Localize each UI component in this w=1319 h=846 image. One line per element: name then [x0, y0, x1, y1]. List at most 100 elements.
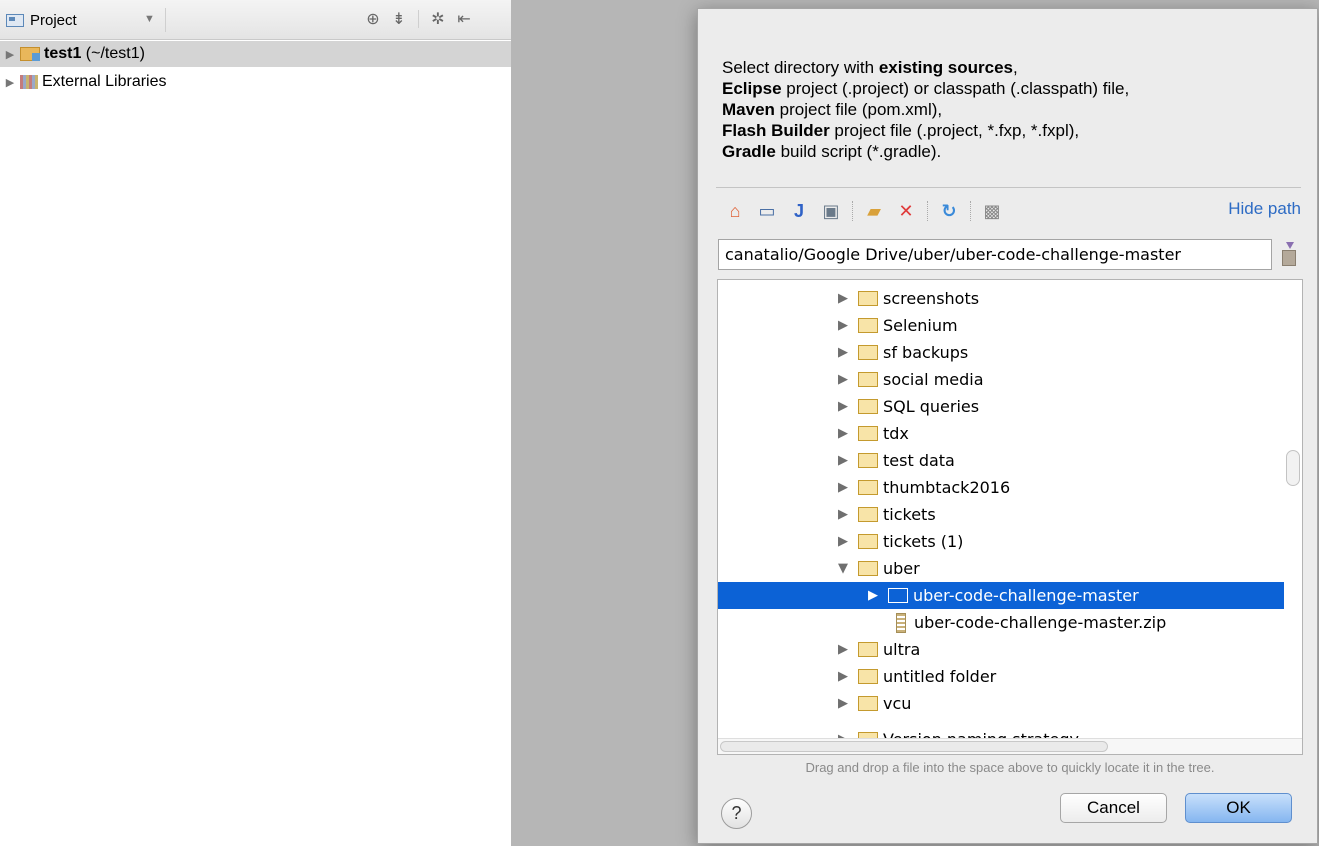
help-button[interactable]: ?	[721, 798, 752, 829]
home-icon[interactable]: ⌂	[724, 200, 746, 222]
locate-icon[interactable]: ⊕	[360, 9, 386, 29]
horizontal-scrollbar-thumb[interactable]	[720, 741, 1108, 752]
tree-item-label: Selenium	[883, 316, 958, 335]
tree-item-label: uber-code-challenge-master	[913, 586, 1139, 605]
tree-item-selected[interactable]: ▶ uber-code-challenge-master	[718, 582, 1284, 609]
path-history-icon[interactable]	[1279, 242, 1297, 266]
toolbar-separator	[418, 10, 419, 28]
folder-icon	[858, 696, 878, 711]
gear-icon[interactable]: ✲	[425, 9, 451, 29]
tree-item[interactable]: ▶ thumbtack2016	[718, 474, 1284, 501]
toolbar-separator	[927, 201, 928, 221]
tree-item-test1[interactable]: ▶ test1 (~/test1)	[0, 41, 511, 67]
tree-item-label: uber	[883, 559, 920, 578]
tree-item-label: vcu	[883, 694, 912, 713]
file-tree[interactable]: ▶ screenshots ▶ Selenium ▶ sf backups ▶ soci…	[717, 279, 1303, 755]
path-input[interactable]	[718, 239, 1272, 270]
folder-icon	[858, 480, 878, 495]
project-tool-icons: ⊕ ⇟ ✲ ⇤	[360, 9, 477, 29]
tree-item[interactable]: ▶ sf backups	[718, 339, 1284, 366]
folder-icon	[858, 318, 878, 333]
tree-item-label: tickets	[883, 505, 936, 524]
vertical-scrollbar[interactable]	[1286, 450, 1300, 486]
expand-arrow-icon[interactable]: ▶	[0, 48, 20, 61]
description-line: Gradle build script (*.gradle).	[722, 142, 942, 161]
module-dir-icon[interactable]: ▣	[820, 200, 842, 222]
tree-item[interactable]: uber-code-challenge-master.zip	[718, 609, 1284, 636]
tree-item[interactable]: ▶ ultra	[718, 636, 1284, 663]
project-pane: Project ▼ ⊕ ⇟ ✲ ⇤ ▶ test1 (~/test1) ▶ Ex…	[0, 0, 511, 846]
tree-item[interactable]: ▶ vcu	[718, 690, 1284, 717]
tree-item[interactable]: ▶ social media	[718, 366, 1284, 393]
folder-icon	[858, 561, 878, 576]
folder-icon	[858, 372, 878, 387]
tree-item-label: tickets (1)	[883, 532, 964, 551]
show-hidden-icon[interactable]: ▩	[981, 200, 1003, 222]
expand-arrow-icon[interactable]: ▶	[836, 480, 850, 495]
project-view-selector[interactable]: Project ▼	[6, 8, 166, 32]
expand-arrow-icon[interactable]: ▶	[836, 453, 850, 468]
library-icon	[20, 75, 38, 89]
hide-panel-icon[interactable]: ⇤	[451, 9, 477, 29]
expand-arrow-icon[interactable]: ▶	[836, 291, 850, 306]
expand-arrow-icon[interactable]: ▶	[836, 534, 850, 549]
tree-item[interactable]: ▶ tickets (1)	[718, 528, 1284, 555]
description-line: Eclipse project (.project) or classpath …	[722, 79, 1130, 98]
description-line: Maven project file (pom.xml),	[722, 100, 943, 119]
expand-arrow-icon[interactable]: ▶	[866, 588, 880, 603]
delete-icon[interactable]: ✕	[895, 200, 917, 222]
new-folder-icon[interactable]: ▰	[863, 200, 885, 222]
drag-drop-hint: Drag and drop a file into the space abov…	[805, 760, 1215, 775]
refresh-icon[interactable]: ↻	[938, 200, 960, 222]
expand-arrow-icon[interactable]: ▶	[836, 426, 850, 441]
tree-item[interactable]: ▶ untitled folder	[718, 663, 1284, 690]
module-folder-icon	[20, 47, 40, 61]
tree-item-label: ultra	[883, 640, 921, 659]
project-dir-icon[interactable]: J	[788, 200, 810, 222]
expand-arrow-icon[interactable]: ▶	[0, 76, 20, 89]
toolbar-separator	[852, 201, 853, 221]
folder-icon	[858, 507, 878, 522]
tree-item[interactable]: ▶ tdx	[718, 420, 1284, 447]
ok-button[interactable]: OK	[1185, 793, 1292, 823]
tree-item-label: screenshots	[883, 289, 980, 308]
toolbar-separator	[970, 201, 971, 221]
tree-item-label: uber-code-challenge-master.zip	[914, 613, 1167, 632]
desktop-icon[interactable]: ▭	[756, 200, 778, 222]
horizontal-scrollbar[interactable]	[718, 738, 1302, 754]
tree-item-path: (~/test1)	[81, 45, 145, 62]
tree-item[interactable]: ▶ screenshots	[718, 285, 1284, 312]
expand-arrow-icon[interactable]: ▶	[836, 345, 850, 360]
tree-item[interactable]: ▶ SQL queries	[718, 393, 1284, 420]
tree-item[interactable]: ▶ test data	[718, 447, 1284, 474]
project-view-icon	[6, 13, 24, 27]
folder-icon	[858, 399, 878, 414]
project-view-label: Project	[30, 11, 77, 29]
tree-item[interactable]: ▶ Selenium	[718, 312, 1284, 339]
tree-item[interactable]: ▶ tickets	[718, 501, 1284, 528]
tree-item-expanded[interactable]: ▼ uber	[718, 555, 1284, 582]
divider	[716, 187, 1301, 188]
project-toolbar: Project ▼ ⊕ ⇟ ✲ ⇤	[0, 0, 511, 40]
folder-icon	[858, 291, 878, 306]
folder-icon	[858, 534, 878, 549]
tree-item-label: test1	[44, 45, 82, 62]
tree-item-external-libraries[interactable]: ▶ External Libraries	[0, 69, 511, 95]
expand-arrow-icon[interactable]: ▶	[836, 318, 850, 333]
expand-arrow-icon[interactable]: ▶	[836, 372, 850, 387]
collapse-all-icon[interactable]: ⇟	[386, 9, 412, 29]
collapse-arrow-icon[interactable]: ▼	[836, 561, 850, 576]
dialog-toolbar: ⌂ ▭ J ▣ ▰ ✕ ↻ ▩	[724, 198, 1003, 224]
expand-arrow-icon[interactable]: ▶	[836, 642, 850, 657]
tree-item-label: SQL queries	[883, 397, 980, 416]
expand-arrow-icon[interactable]: ▶	[836, 696, 850, 711]
expand-arrow-icon[interactable]: ▶	[836, 507, 850, 522]
chevron-down-icon: ▼	[144, 13, 155, 25]
select-directory-dialog: Select directory with existing sources, …	[697, 8, 1318, 844]
hide-path-link[interactable]: Hide path	[1228, 199, 1301, 219]
tree-item-label: sf backups	[883, 343, 969, 362]
expand-arrow-icon[interactable]: ▶	[836, 669, 850, 684]
folder-icon	[858, 345, 878, 360]
expand-arrow-icon[interactable]: ▶	[836, 399, 850, 414]
cancel-button[interactable]: Cancel	[1060, 793, 1167, 823]
